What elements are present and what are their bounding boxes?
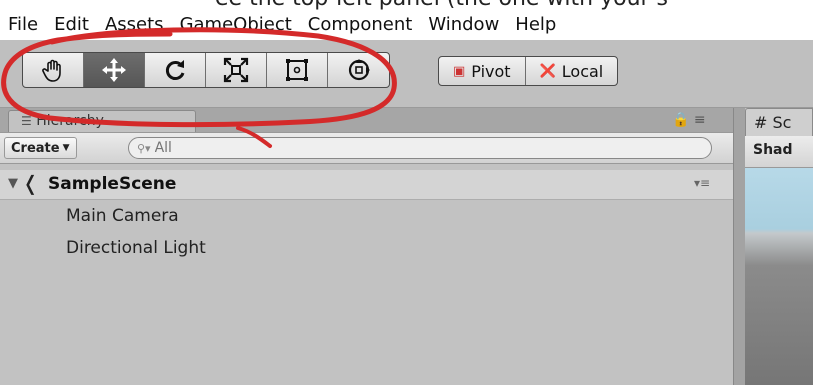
transform-tool-button[interactable]: [328, 53, 389, 87]
shading-mode-dropdown[interactable]: Shad: [745, 136, 813, 168]
menu-assets[interactable]: Assets: [105, 14, 164, 36]
panel-divider[interactable]: [733, 108, 745, 385]
local-toggle-button[interactable]: ❌ Local: [524, 57, 618, 85]
hand-icon: [42, 59, 61, 82]
hierarchy-tab-label: Hierarchy: [36, 113, 104, 129]
create-dropdown-button[interactable]: Create ▼: [4, 137, 77, 159]
local-cube-icon: ❌: [539, 63, 556, 79]
scene-name: SampleScene: [48, 174, 177, 194]
scene-root-row[interactable]: ▼ ❬ SampleScene ▾≡: [0, 170, 733, 200]
hierarchy-tab-bar: ☰ Hierarchy 🔒 ≡: [0, 108, 733, 134]
expand-arrow-icon[interactable]: ▼: [8, 176, 18, 191]
move-arrows-icon: [102, 58, 126, 82]
create-label: Create: [11, 140, 60, 156]
tab-scene[interactable]: # Sc: [745, 108, 813, 136]
main-toolbar: ▣ Pivot ❌ Local: [0, 40, 813, 108]
dropdown-arrow-icon: ▼: [62, 143, 70, 153]
hierarchy-toolbar: Create ▼ ⚲▾: [0, 132, 733, 164]
search-input[interactable]: [154, 140, 655, 156]
cut-off-caption-text: ee the top-left panel (the one with your…: [215, 0, 668, 11]
hand-tool-button[interactable]: [23, 53, 84, 87]
menu-gameobject[interactable]: GameObject: [180, 14, 292, 36]
list-icon: ☰: [21, 114, 32, 128]
menu-file[interactable]: File: [8, 14, 38, 36]
rect-tool-button[interactable]: [267, 53, 328, 87]
scale-icon: [223, 57, 249, 83]
move-tool-button[interactable]: [84, 53, 145, 87]
menu-component[interactable]: Component: [308, 14, 413, 36]
transform-tools-group: [22, 52, 390, 88]
transform-icon: [348, 59, 370, 81]
unity-scene-icon: ❬: [22, 171, 39, 195]
hierarchy-list: Main Camera Directional Light: [0, 200, 733, 385]
hierarchy-search[interactable]: ⚲▾: [128, 137, 712, 159]
menu-edit[interactable]: Edit: [54, 14, 89, 36]
menu-help[interactable]: Help: [515, 14, 556, 36]
tab-hierarchy[interactable]: ☰ Hierarchy: [8, 110, 196, 134]
rotate-icon: [165, 60, 185, 80]
pivot-local-group: ▣ Pivot ❌ Local: [438, 56, 619, 86]
pivot-icon: ▣: [453, 63, 466, 79]
scene-options-icon[interactable]: ▾≡: [694, 176, 710, 190]
rect-transform-icon: [286, 59, 308, 81]
local-label: Local: [561, 61, 604, 81]
pivot-label: Pivot: [471, 61, 511, 81]
search-icon: ⚲▾: [137, 141, 151, 155]
scale-tool-button[interactable]: [206, 53, 267, 87]
menu-items: File Edit Assets GameObject Component Wi…: [8, 14, 572, 36]
list-item[interactable]: Main Camera: [66, 206, 179, 226]
rotate-tool-button[interactable]: [145, 53, 206, 87]
menu-window[interactable]: Window: [428, 14, 499, 36]
menu-bar: ee the top-left panel (the one with your…: [0, 0, 813, 40]
list-item[interactable]: Directional Light: [66, 238, 206, 258]
scene-viewport[interactable]: [745, 168, 813, 385]
lock-menu-icon[interactable]: 🔒 ≡: [672, 112, 706, 128]
pivot-toggle-button[interactable]: ▣ Pivot: [439, 57, 525, 85]
